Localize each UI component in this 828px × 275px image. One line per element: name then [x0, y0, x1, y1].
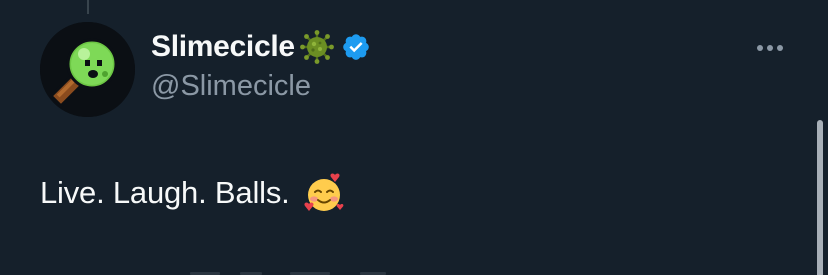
- name-row: Slimecicle: [151, 28, 371, 66]
- more-options-button[interactable]: [752, 36, 788, 60]
- tweet-card: Slimecicle @Slimecicle Live. Laugh. Ball…: [0, 0, 828, 275]
- slime-popsicle-icon: [40, 22, 135, 117]
- clipped-content-edge: [190, 272, 386, 275]
- thread-connector-line: [87, 0, 89, 14]
- scrollbar-thumb[interactable]: [817, 120, 823, 275]
- virus-icon: [299, 29, 335, 65]
- tweet-body: Live. Laugh. Balls.: [40, 171, 346, 215]
- more-horizontal-icon: [757, 45, 783, 51]
- tweet-header: Slimecicle @Slimecicle: [151, 28, 371, 103]
- user-handle[interactable]: @Slimecicle: [151, 70, 371, 103]
- display-name[interactable]: Slimecicle: [151, 30, 295, 64]
- tweet-text: Live. Laugh. Balls.: [40, 175, 290, 210]
- smiling-face-with-hearts-icon: [302, 171, 346, 215]
- verified-badge-icon[interactable]: [341, 32, 371, 62]
- avatar[interactable]: [40, 22, 135, 117]
